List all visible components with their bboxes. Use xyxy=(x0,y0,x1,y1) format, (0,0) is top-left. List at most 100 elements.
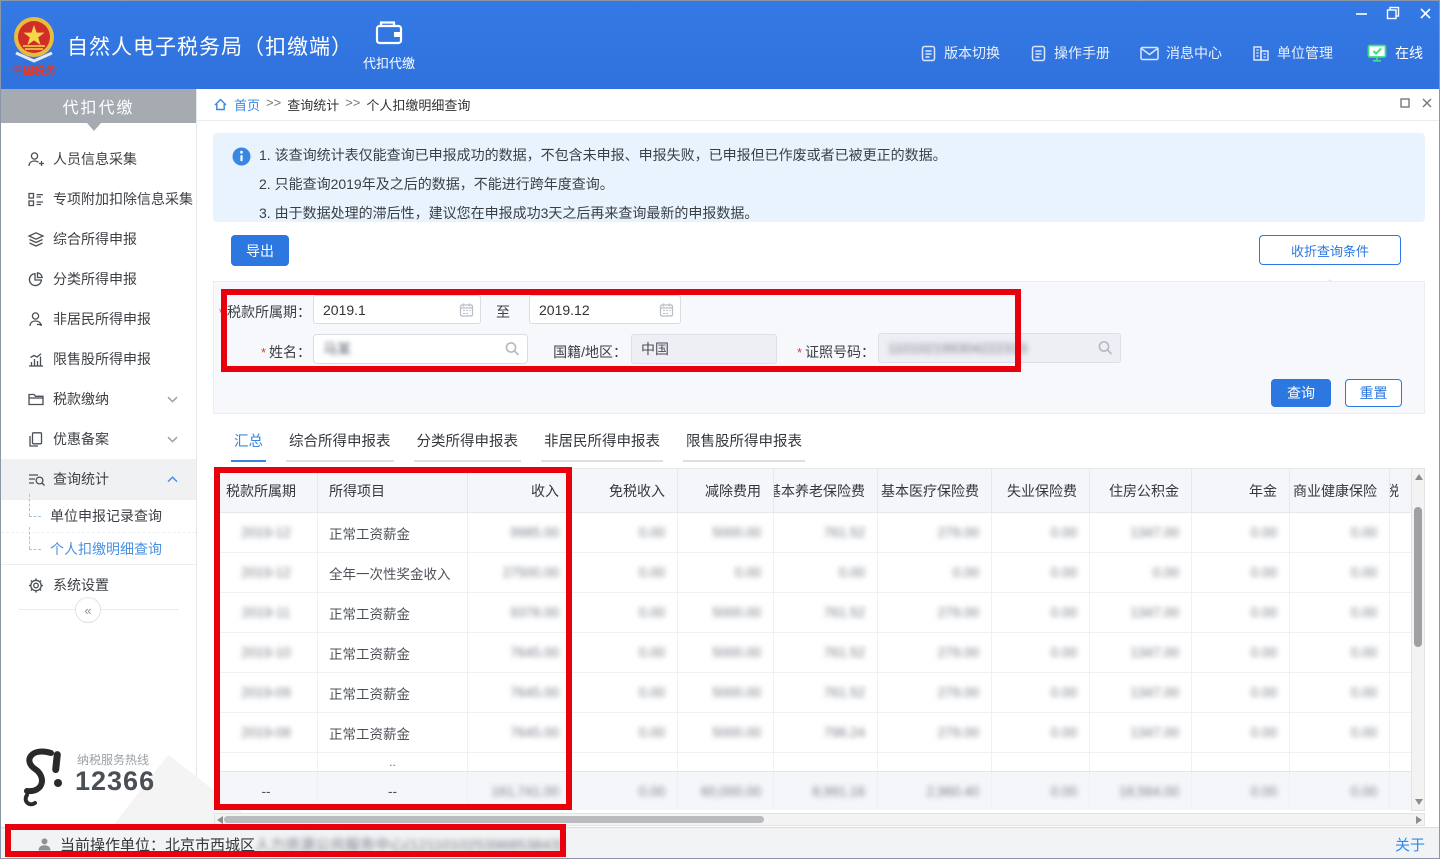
scroll-down-arrow[interactable] xyxy=(1415,799,1423,805)
sidebar-item-系统设置[interactable]: 系统设置 xyxy=(1,565,196,605)
close-icon[interactable] xyxy=(1417,6,1433,20)
reset-button[interactable]: 重置 xyxy=(1345,379,1402,407)
value-cell: 0.00 xyxy=(572,513,678,552)
scroll-left-arrow[interactable] xyxy=(217,816,223,824)
folder-icon xyxy=(27,391,45,407)
home-icon xyxy=(213,97,228,112)
user-icon xyxy=(27,311,45,328)
id-label: *证照号码： xyxy=(787,342,875,362)
pane-close-icon[interactable] xyxy=(1421,97,1433,109)
table-row: 2019-11正常工资薪金9378.000.005000.00761.52279… xyxy=(215,593,1411,633)
notice-box: 1. 该查询统计表仅能查询已申报成功的数据，不包含未申报、申报失败，已申报但已作… xyxy=(213,133,1425,222)
online-status[interactable]: 在线 xyxy=(1367,43,1423,63)
sidebar-item-label: 系统设置 xyxy=(53,575,109,595)
breadcrumb-item[interactable]: 个人扣缴明细查询 xyxy=(366,95,470,114)
id-value-redacted: 110102199304222319 xyxy=(888,340,1027,356)
wallet-icon xyxy=(373,19,405,47)
period-to-input[interactable]: 2019.12 xyxy=(529,295,681,324)
sidebar-item-人员信息采集[interactable]: 人员信息采集 xyxy=(1,139,196,179)
notice-line: 2. 只能查询2019年及之后的数据，不能进行跨年度查询。 xyxy=(259,170,1425,199)
tab-限售股所得申报表[interactable]: 限售股所得申报表 xyxy=(683,430,805,462)
header-tab-daikoudaijiao[interactable]: 代扣代缴 xyxy=(347,19,431,83)
breadcrumb-item[interactable]: 查询统计 xyxy=(287,95,339,114)
sidebar-item-label: 优惠备案 xyxy=(53,429,109,449)
tab-非居民所得申报表[interactable]: 非居民所得申报表 xyxy=(541,430,663,462)
breadcrumb-home[interactable]: 首页 xyxy=(234,95,260,114)
search-icon[interactable] xyxy=(1097,340,1114,357)
export-button[interactable]: 导出 xyxy=(231,235,289,266)
value-cell: 0.00 xyxy=(774,553,878,592)
tab-综合所得申报表[interactable]: 综合所得申报表 xyxy=(286,430,394,462)
header-menu-item-消息中心[interactable]: 消息中心 xyxy=(1140,43,1222,63)
header-menu-item-操作手册[interactable]: 操作手册 xyxy=(1030,43,1110,63)
value-cell xyxy=(1390,713,1411,752)
value-cell: 0.00 xyxy=(572,673,678,712)
header-menu-item-版本切换[interactable]: 版本切换 xyxy=(920,43,1000,63)
calendar-icon[interactable] xyxy=(459,302,474,317)
period-from-input[interactable]: 2019.1 xyxy=(313,295,481,324)
required-mark: * xyxy=(219,305,224,320)
hotline-logo-icon xyxy=(15,745,67,811)
sidebar-item-专项附加扣除信息采集[interactable]: 专项附加扣除信息采集 xyxy=(1,179,196,219)
chevron-up-icon xyxy=(167,476,178,483)
monitor-check-icon xyxy=(1367,44,1387,62)
sidebar-item-优惠备案[interactable]: 优惠备案 xyxy=(1,419,196,459)
sidebar-item-限售股所得申报[interactable]: 限售股所得申报 xyxy=(1,339,196,379)
calendar-icon[interactable] xyxy=(659,302,674,317)
horizontal-scroll-thumb[interactable] xyxy=(224,816,764,823)
sidebar-item-查询统计[interactable]: 查询统计 xyxy=(1,459,196,499)
horizontal-scrollbar[interactable] xyxy=(214,813,1425,826)
breadcrumb-bar: 首页 >>查询统计>>个人扣缴明细查询 xyxy=(197,89,1440,121)
tab-分类所得申报表[interactable]: 分类所得申报表 xyxy=(414,430,522,462)
scroll-up-arrow[interactable] xyxy=(1415,474,1423,480)
sidebar-item-综合所得申报[interactable]: 综合所得申报 xyxy=(1,219,196,259)
income-item-cell: 正常工资薪金 xyxy=(318,633,468,672)
total-value-cell: 8,991.16 xyxy=(774,772,878,810)
sidebar-collapse-button[interactable]: « xyxy=(75,597,101,623)
nationality-label: 国籍/地区： xyxy=(541,342,627,362)
name-input[interactable]: 马某 xyxy=(313,334,528,364)
search-list-icon xyxy=(27,471,46,488)
chevron-down-icon xyxy=(167,436,178,443)
pane-maximize-icon[interactable] xyxy=(1399,97,1411,109)
sidebar-header: 代扣代缴 xyxy=(1,89,196,123)
value-cell: 0.00 xyxy=(992,673,1090,712)
value-cell: 0.00 xyxy=(572,553,678,592)
value-cell: 279.00 xyxy=(878,513,992,552)
id-input[interactable]: 110102199304222319 xyxy=(878,333,1121,363)
value-cell: 0.00 xyxy=(878,553,992,592)
value-cell: 279.00 xyxy=(878,713,992,752)
search-button[interactable]: 查询 xyxy=(1271,379,1331,407)
about-link[interactable]: 关于 xyxy=(1395,834,1425,855)
value-cell: 0.00 xyxy=(1290,713,1390,752)
breadcrumb-path: >>查询统计>>个人扣缴明细查询 xyxy=(266,95,470,114)
value-cell: 0.00 xyxy=(992,593,1090,632)
value-cell: 0.00 xyxy=(572,713,678,752)
sidebar-subitem-个人扣缴明细查询[interactable]: 个人扣缴明细查询 xyxy=(1,532,196,564)
vertical-scrollbar[interactable] xyxy=(1411,468,1425,811)
scroll-right-arrow[interactable] xyxy=(1416,816,1422,824)
value-cell xyxy=(1390,673,1411,712)
table-total-row: ----161,741.000.0060,000.008,991.162,960… xyxy=(215,771,1411,810)
layers-icon xyxy=(27,231,45,248)
table-row: 2019-12正常工资薪金9985.000.005000.00761.52279… xyxy=(215,513,1411,553)
minimize-icon[interactable] xyxy=(1353,6,1369,20)
sidebar-subitem-单位申报记录查询[interactable]: 单位申报记录查询 xyxy=(1,500,196,532)
tab-汇总[interactable]: 汇总 xyxy=(231,430,266,462)
total-item-cell: -- xyxy=(318,772,468,810)
value-cell: 0.00 xyxy=(1192,673,1290,712)
sidebar-subitem-label: 单位申报记录查询 xyxy=(50,506,162,526)
search-icon[interactable] xyxy=(504,341,521,358)
sidebar: 代扣代缴 人员信息采集专项附加扣除信息采集综合所得申报分类所得申报非居民所得申报… xyxy=(1,89,197,827)
value-cell: 5000.00 xyxy=(678,673,774,712)
summary-table: 税款所属期所得项目收入免税收入减除费用基本养老保险费基本医疗保险费失业保险费住房… xyxy=(214,468,1411,810)
sidebar-item-分类所得申报[interactable]: 分类所得申报 xyxy=(1,259,196,299)
restore-icon[interactable] xyxy=(1385,6,1401,20)
total-value-cell: 0.00 xyxy=(992,772,1090,810)
sidebar-item-税款缴纳[interactable]: 税款缴纳 xyxy=(1,379,196,419)
sidebar-item-非居民所得申报[interactable]: 非居民所得申报 xyxy=(1,299,196,339)
vertical-scroll-thumb[interactable] xyxy=(1414,507,1422,647)
header-menu-item-单位管理[interactable]: 单位管理 xyxy=(1252,43,1333,63)
collapse-query-button[interactable]: 收折查询条件 xyxy=(1259,235,1401,265)
emblem-caption: 中国税务 xyxy=(12,63,57,77)
